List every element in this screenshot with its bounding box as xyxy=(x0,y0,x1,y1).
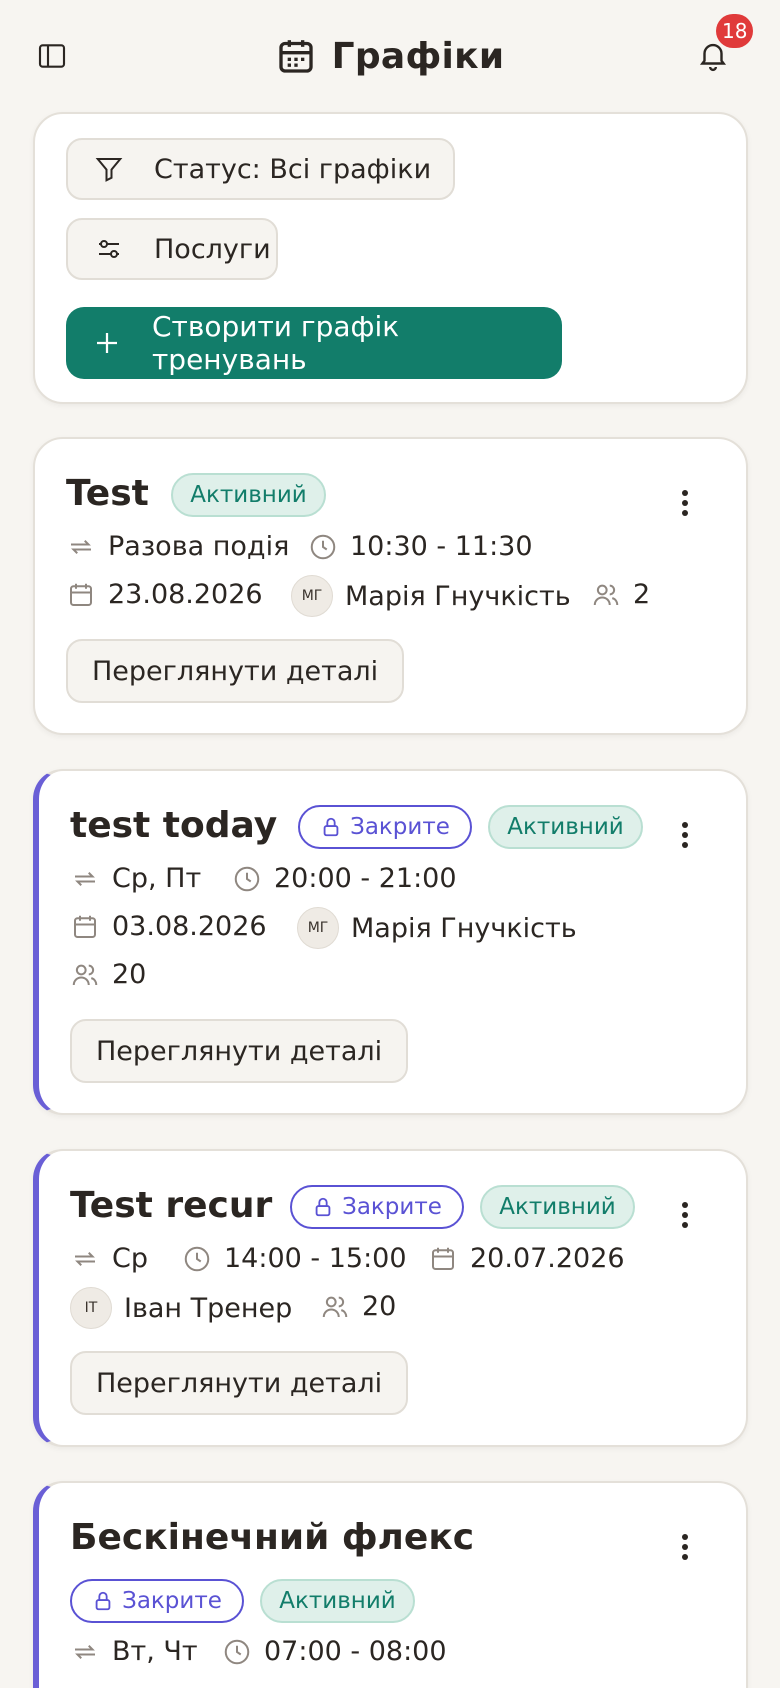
create-schedule-label: Створити графік тренувань xyxy=(152,310,400,376)
status-badge: Активний xyxy=(488,805,643,849)
more-vertical-icon xyxy=(682,1534,688,1560)
clock-icon xyxy=(182,1244,212,1274)
participants-count: 20 xyxy=(112,959,147,990)
page-title: Графіки xyxy=(331,35,505,77)
recurrence-info: Разова подія xyxy=(66,531,289,562)
more-vertical-icon xyxy=(682,490,688,516)
clock-icon xyxy=(232,864,262,894)
time-text: 07:00 - 08:00 xyxy=(264,1636,447,1667)
recurrence-text: Вт, Чт xyxy=(112,1636,198,1667)
calendar-small-icon xyxy=(70,912,100,942)
repeat-icon xyxy=(66,532,96,562)
participants-count: 2 xyxy=(633,579,651,610)
closed-badge: Закрите xyxy=(298,805,472,849)
schedule-card: test today Закрите Активний Ср, Пт 20:00… xyxy=(33,769,748,1115)
closed-label: Закрите xyxy=(122,1588,222,1614)
trainer-info: МГ Марія Гнучкість xyxy=(297,907,577,949)
status-badge: Активний xyxy=(260,1579,415,1623)
time-info: 14:00 - 15:00 xyxy=(182,1243,407,1274)
users-icon xyxy=(70,960,100,990)
more-menu-button[interactable] xyxy=(670,1527,700,1567)
avatar: ІТ xyxy=(70,1287,112,1329)
schedule-title: test today xyxy=(70,805,278,846)
repeat-icon xyxy=(70,1244,100,1274)
recurrence-info: Ср, Пт xyxy=(70,863,201,894)
time-text: 20:00 - 21:00 xyxy=(274,863,457,894)
schedule-card: Test recur Закрите Активний Ср 14:00 - 1… xyxy=(33,1149,748,1447)
repeat-icon xyxy=(70,864,100,894)
avatar: МГ xyxy=(291,575,333,617)
filters-panel: Статус: Всі графіки Послуги Створити гра… xyxy=(33,112,748,404)
participants-info: 20 xyxy=(70,959,146,990)
closed-badge: Закрите xyxy=(70,1579,244,1623)
date-text: 23.08.2026 xyxy=(108,579,263,610)
users-icon xyxy=(320,1292,350,1322)
app-header: Графіки 18 xyxy=(0,0,780,112)
plus-icon xyxy=(92,328,122,358)
more-menu-button[interactable] xyxy=(670,815,700,855)
avatar: МГ xyxy=(297,907,339,949)
trainer-name: Марія Гнучкість xyxy=(351,912,577,944)
trainer-name: Іван Тренер xyxy=(124,1292,293,1324)
status-badge: Активний xyxy=(171,473,326,517)
lock-icon xyxy=(315,1197,331,1217)
recurrence-info: Ср xyxy=(70,1243,148,1274)
trainer-name: Марія Гнучкість xyxy=(345,580,571,612)
date-info: 20.07.2026 xyxy=(428,1243,625,1274)
time-text: 10:30 - 11:30 xyxy=(350,531,533,562)
calendar-icon xyxy=(278,40,313,73)
services-filter-label: Послуги xyxy=(154,233,271,265)
lock-icon xyxy=(95,1591,111,1611)
date-text: 03.08.2026 xyxy=(112,911,267,942)
lock-icon xyxy=(323,817,339,837)
view-details-button[interactable]: Переглянути деталі xyxy=(70,1019,409,1083)
create-schedule-button[interactable]: Створити графік тренувань xyxy=(66,307,562,379)
recurrence-text: Ср, Пт xyxy=(112,863,202,894)
view-details-button[interactable]: Переглянути деталі xyxy=(66,639,405,703)
closed-label: Закрите xyxy=(342,1194,442,1220)
trainer-info: ІТ Іван Тренер xyxy=(70,1287,292,1329)
more-vertical-icon xyxy=(682,1202,688,1228)
view-details-button[interactable]: Переглянути деталі xyxy=(70,1351,409,1415)
closed-badge: Закрите xyxy=(290,1185,464,1229)
date-text: 20.07.2026 xyxy=(470,1243,625,1274)
schedule-card: Бескінечний флекс Закрите Активний Вт, Ч… xyxy=(33,1481,748,1688)
sliders-icon xyxy=(94,234,124,264)
users-icon xyxy=(591,580,621,610)
schedule-title: Test recur xyxy=(70,1185,273,1226)
participants-info: 20 xyxy=(320,1291,396,1322)
more-menu-button[interactable] xyxy=(670,483,700,523)
date-info: 23.08.2026 xyxy=(66,579,263,610)
status-badge: Активний xyxy=(480,1185,635,1229)
schedule-card: Test Активний Разова подія 10:30 - 11:30… xyxy=(33,437,748,735)
recurrence-info: Вт, Чт xyxy=(70,1636,198,1667)
participants-count: 20 xyxy=(362,1291,397,1322)
filter-icon xyxy=(94,154,124,184)
participants-info: 2 xyxy=(591,579,650,610)
schedule-title: Test xyxy=(66,473,149,514)
notifications-badge: 18 xyxy=(716,14,754,48)
time-text: 14:00 - 15:00 xyxy=(224,1243,407,1274)
time-info: 10:30 - 11:30 xyxy=(308,531,533,562)
date-info: 03.08.2026 xyxy=(70,911,267,942)
time-info: 07:00 - 08:00 xyxy=(222,1636,447,1667)
recurrence-text: Ср xyxy=(112,1243,148,1274)
clock-icon xyxy=(222,1637,252,1667)
time-info: 20:00 - 21:00 xyxy=(232,863,457,894)
repeat-icon xyxy=(70,1637,100,1667)
calendar-small-icon xyxy=(428,1244,458,1274)
calendar-small-icon xyxy=(66,580,96,610)
schedule-title: Бескінечний флекс xyxy=(70,1517,475,1558)
more-menu-button[interactable] xyxy=(670,1195,700,1235)
clock-icon xyxy=(308,532,338,562)
services-filter-button[interactable]: Послуги xyxy=(66,218,278,280)
status-filter-button[interactable]: Статус: Всі графіки xyxy=(66,138,455,200)
recurrence-text: Разова подія xyxy=(108,531,290,562)
trainer-info: МГ Марія Гнучкість xyxy=(291,575,571,617)
more-vertical-icon xyxy=(682,822,688,848)
status-filter-label: Статус: Всі графіки xyxy=(154,153,432,185)
closed-label: Закрите xyxy=(350,814,450,840)
